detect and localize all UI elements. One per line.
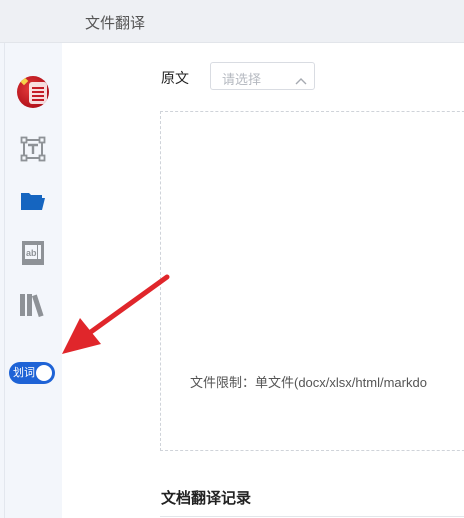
pointer-arrow: [62, 274, 170, 354]
